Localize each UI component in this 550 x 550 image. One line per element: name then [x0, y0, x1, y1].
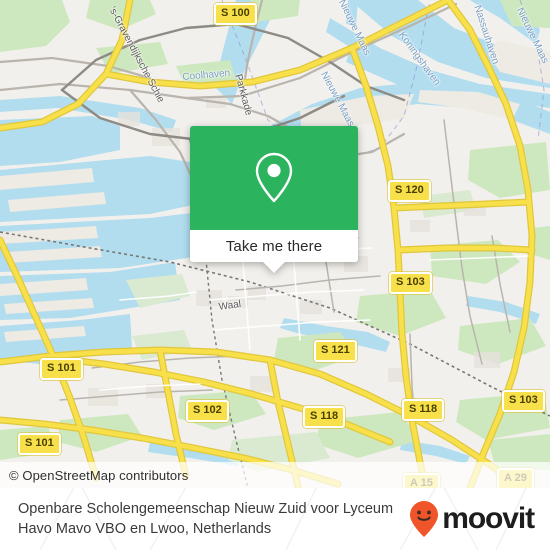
road-shield-s101[interactable]: S 101	[18, 433, 61, 455]
map-attribution-bar: © OpenStreetMap contributors	[0, 462, 550, 488]
road-shield-s102[interactable]: S 102	[186, 400, 229, 422]
moovit-smiley-pin-icon	[410, 501, 439, 537]
osm-attribution-text: © OpenStreetMap contributors	[9, 467, 189, 483]
road-shield-s118[interactable]: S 118	[303, 406, 346, 428]
page-title: Openbare Scholengemeenschap Nieuw Zuid v…	[18, 501, 394, 537]
road-shield-s100[interactable]: S 100	[214, 3, 257, 25]
footer-bar: Openbare Scholengemeenschap Nieuw Zuid v…	[0, 488, 550, 550]
road-shield-s121[interactable]: S 121	[314, 340, 357, 362]
road-shield-s118[interactable]: S 118	[402, 399, 445, 421]
road-shield-s103[interactable]: S 103	[389, 272, 432, 294]
popup-pointer-tail	[263, 262, 285, 273]
take-me-there-button[interactable]: Take me there	[190, 230, 358, 262]
road-shield-s101[interactable]: S 101	[40, 358, 83, 380]
road-shield-s120[interactable]: S 120	[388, 180, 431, 202]
map-canvas[interactable]: .w { fill:#b1ddef; } .g { fill:#cde8be; …	[0, 0, 550, 488]
take-me-there-label: Take me there	[225, 237, 323, 255]
map-screenshot: .w { fill:#b1ddef; } .g { fill:#cde8be; …	[0, 0, 550, 550]
moovit-wordmark: moovit	[442, 502, 535, 535]
popup-header	[190, 126, 358, 230]
road-shield-s103[interactable]: S 103	[502, 390, 545, 412]
location-popup-card[interactable]: Take me there	[190, 126, 358, 273]
map-pin-icon	[255, 152, 293, 203]
moovit-logo[interactable]: moovit	[409, 500, 535, 538]
